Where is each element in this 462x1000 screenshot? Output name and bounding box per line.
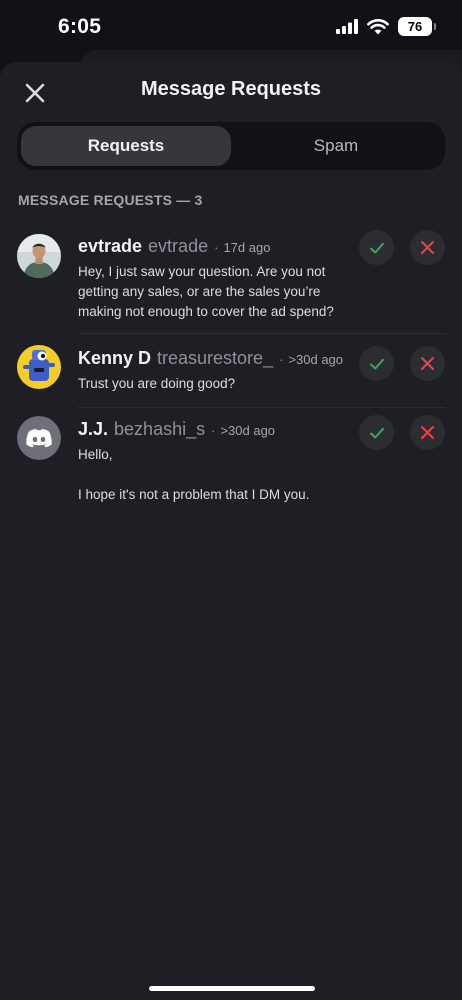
name-line: Kenny D treasurestore_ · >30d ago xyxy=(78,334,352,369)
discord-logo-avatar[interactable] xyxy=(17,416,61,460)
check-icon xyxy=(369,242,384,253)
username: evtrade xyxy=(148,236,209,256)
timestamp: 17d ago xyxy=(223,240,271,255)
decline-button[interactable] xyxy=(410,346,445,381)
display-name: evtrade xyxy=(78,236,143,256)
timestamp: >30d ago xyxy=(220,423,276,438)
tab-switcher: Requests Spam xyxy=(17,122,445,170)
accept-button[interactable] xyxy=(359,415,394,450)
battery-level: 76 xyxy=(407,19,423,34)
separator-dot: · xyxy=(279,352,284,367)
accept-button[interactable] xyxy=(359,346,394,381)
message-preview: Hello, I hope it's not a problem that I … xyxy=(78,447,310,502)
request-row[interactable]: Kenny D treasurestore_ · >30d ago Trust … xyxy=(0,334,462,408)
decline-button[interactable] xyxy=(410,230,445,265)
username: treasurestore_ xyxy=(157,348,274,368)
decline-button[interactable] xyxy=(410,415,445,450)
tab-requests[interactable]: Requests xyxy=(21,126,231,166)
name-line: evtrade evtrade · 17d ago xyxy=(78,230,352,257)
message-preview: Hey, I just saw your question. Are you n… xyxy=(78,264,334,319)
separator-dot: · xyxy=(214,240,219,255)
request-actions xyxy=(359,415,445,450)
accept-button[interactable] xyxy=(359,230,394,265)
signal-icon xyxy=(336,19,358,34)
sheet-header: Message Requests xyxy=(0,62,462,120)
cartoon-avatar[interactable] xyxy=(17,345,61,389)
battery-tip xyxy=(434,23,436,30)
screen: 6:05 76 Message Requests Requests Spam M… xyxy=(0,0,462,1000)
display-name: Kenny D xyxy=(78,348,152,368)
x-icon xyxy=(421,241,434,254)
request-actions xyxy=(359,346,445,381)
request-row[interactable]: J.J. bezhashi_s · >30d ago Hello, I hope… xyxy=(0,408,462,528)
page-title: Message Requests xyxy=(140,78,322,100)
tab-spam[interactable]: Spam xyxy=(231,126,441,166)
display-name: J.J. xyxy=(78,419,109,439)
section-title: MESSAGE REQUESTS — 3 xyxy=(18,192,203,208)
message-preview: Trust you are doing good? xyxy=(78,376,236,391)
message-requests-sheet: Message Requests Requests Spam MESSAGE R… xyxy=(0,62,462,1000)
request-actions xyxy=(359,230,445,265)
name-line: J.J. bezhashi_s · >30d ago xyxy=(78,408,352,440)
status-icons: 76 xyxy=(336,17,436,36)
battery-icon: 76 xyxy=(398,17,436,36)
username: bezhashi_s xyxy=(114,419,206,439)
request-row[interactable]: evtrade evtrade · 17d ago Hey, I just sa… xyxy=(0,230,462,334)
x-icon xyxy=(421,357,434,370)
user-photo-avatar[interactable] xyxy=(17,234,61,278)
request-list: evtrade evtrade · 17d ago Hey, I just sa… xyxy=(0,230,462,528)
status-time: 6:05 xyxy=(58,15,102,38)
status-bar: 6:05 76 xyxy=(0,0,462,56)
x-icon xyxy=(421,426,434,439)
separator-dot: · xyxy=(211,423,216,438)
wifi-icon xyxy=(367,18,389,34)
check-icon xyxy=(369,358,384,369)
check-icon xyxy=(369,427,384,438)
home-indicator[interactable] xyxy=(149,986,315,991)
timestamp: >30d ago xyxy=(288,352,344,367)
